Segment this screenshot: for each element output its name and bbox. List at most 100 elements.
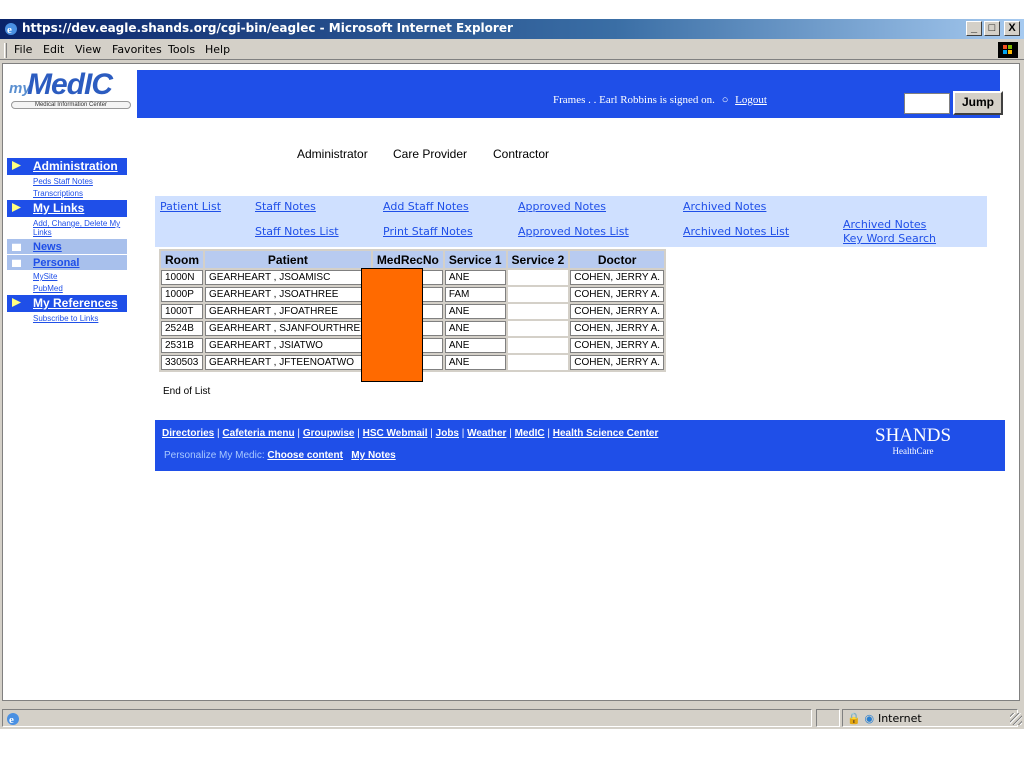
menu-tools[interactable]: Tools [168, 43, 195, 56]
browser-window: e https://dev.eagle.shands.org/cgi-bin/e… [0, 18, 1024, 729]
choose-content-link[interactable]: Choose content [267, 450, 343, 461]
archived-notes-link[interactable]: Archived Notes [683, 200, 766, 213]
patient-list-link[interactable]: Patient List [160, 200, 221, 213]
redaction-block [361, 268, 423, 382]
cell-room: 1000T [161, 304, 203, 319]
toolbar-grip[interactable] [4, 43, 7, 58]
shands-logo[interactable]: SHANDS HealthCare [875, 426, 951, 457]
cell-patient: GEARHEART , JFTEENOATWO [205, 355, 371, 370]
archived-keyword-link-line1[interactable]: Archived Notes [843, 218, 926, 231]
personalize-row: Personalize My Medic: Choose content My … [164, 450, 396, 461]
cell-service2 [507, 304, 569, 319]
arrow-icon [12, 203, 21, 212]
footer-link[interactable]: Directories [162, 428, 214, 439]
jump-input[interactable] [904, 93, 950, 114]
tab-contractor[interactable]: Contractor [489, 144, 593, 164]
nav-personal[interactable]: Personal [7, 255, 127, 270]
menu-favorites[interactable]: Favorites [112, 43, 162, 56]
tab-administrator[interactable]: Administrator [288, 144, 384, 164]
cell-room: 2524B [161, 321, 203, 336]
tab-care-provider-label: Care Provider [393, 147, 468, 161]
footer-link[interactable]: HSC Webmail [363, 428, 428, 439]
menu-file[interactable]: File [14, 43, 32, 56]
signed-in-status: Frames . . Earl Robbins is signed on. ○ … [553, 94, 767, 106]
staff-notes-link[interactable]: Staff Notes [255, 200, 316, 213]
col-service2: Service 2 [507, 251, 569, 268]
footer-link[interactable]: Weather [467, 428, 506, 439]
menu-help[interactable]: Help [205, 43, 230, 56]
resize-grip-icon[interactable] [1010, 713, 1022, 725]
nav-add-change-delete-links[interactable]: Add, Change, Delete My Links [7, 218, 127, 238]
cell-service2 [507, 338, 569, 353]
separator: | [427, 428, 436, 439]
add-staff-notes-link[interactable]: Add Staff Notes [383, 200, 469, 213]
archived-keyword-link-line2[interactable]: Key Word Search [843, 232, 936, 245]
maximize-button[interactable]: □ [984, 21, 1000, 36]
staff-notes-list-link[interactable]: Staff Notes List [255, 225, 339, 238]
menu-edit[interactable]: Edit [43, 43, 64, 56]
nav-transcriptions[interactable]: Transcriptions [7, 188, 127, 199]
logout-link[interactable]: Logout [735, 94, 767, 106]
tab-care-provider[interactable]: Care Provider [379, 144, 491, 164]
logo-subtitle: Medical Information Center [11, 101, 131, 109]
status-pane-blank [816, 709, 840, 727]
logout-icon: ○ [721, 94, 729, 106]
folder-icon [12, 259, 21, 267]
nav-my-links[interactable]: My Links [7, 200, 127, 217]
logo-medic: MedIC [27, 68, 113, 101]
shands-logo-subtext: HealthCare [892, 446, 934, 456]
cell-doctor: COHEN, JERRY A. [570, 338, 665, 353]
end-of-list: End of List [163, 386, 211, 397]
cell-doctor: COHEN, JERRY A. [570, 270, 665, 285]
footer-link[interactable]: MedIC [515, 428, 545, 439]
nav-pubmed[interactable]: PubMed [7, 283, 127, 294]
signed-in-text: Frames . . Earl Robbins is signed on. [553, 94, 715, 106]
tab-contractor-label: Contractor [493, 147, 550, 161]
close-button[interactable]: X [1004, 21, 1020, 36]
nav-my-references[interactable]: My References [7, 295, 127, 312]
separator: | [354, 428, 363, 439]
nav-subscribe-to-links[interactable]: Subscribe to Links [7, 313, 127, 324]
notes-links-panel: Patient List Staff Notes Add Staff Notes… [155, 196, 987, 247]
minimize-button[interactable]: _ [966, 21, 982, 36]
nav-administration[interactable]: Administration [7, 158, 127, 175]
print-staff-notes-link[interactable]: Print Staff Notes [383, 225, 473, 238]
nav-my-links-label: My Links [33, 201, 85, 215]
cell-service2 [507, 355, 569, 370]
archived-notes-list-link[interactable]: Archived Notes List [683, 225, 789, 238]
security-zone-pane: 🔒 ◉ Internet [842, 709, 1018, 727]
cell-room: 1000N [161, 270, 203, 285]
zone-label: Internet [877, 712, 922, 725]
nav-news[interactable]: News [7, 239, 127, 254]
cell-service1: ANE [444, 355, 506, 370]
cell-patient: GEARHEART , SJANFOURTHREE [205, 321, 371, 336]
windows-logo-icon [998, 42, 1018, 58]
cell-doctor: COHEN, JERRY A. [570, 304, 665, 319]
cell-patient: GEARHEART , JSOAMISC [205, 270, 371, 285]
folder-icon [12, 243, 21, 251]
personalize-text: Personalize My Medic: [164, 450, 265, 461]
col-service1: Service 1 [444, 251, 506, 268]
medic-logo[interactable]: my MedIC Medical Information Center [7, 68, 135, 112]
cell-room: 2531B [161, 338, 203, 353]
separator: | [506, 428, 515, 439]
footer-link[interactable]: Groupwise [303, 428, 355, 439]
cell-service1: FAM [444, 287, 506, 302]
cell-service2 [507, 321, 569, 336]
tab-administrator-label: Administrator [297, 147, 368, 161]
cell-service2 [507, 270, 569, 285]
window-title: https://dev.eagle.shands.org/cgi-bin/eag… [22, 21, 513, 35]
approved-notes-list-link[interactable]: Approved Notes List [518, 225, 629, 238]
footer-link[interactable]: Jobs [436, 428, 459, 439]
footer-link[interactable]: Health Science Center [553, 428, 659, 439]
nav-mysite[interactable]: MySite [7, 271, 127, 282]
col-doctor: Doctor [570, 251, 665, 268]
approved-notes-link[interactable]: Approved Notes [518, 200, 606, 213]
nav-peds-staff-notes[interactable]: Peds Staff Notes [7, 176, 127, 187]
menu-view[interactable]: View [75, 43, 101, 56]
nav-administration-label: Administration [33, 159, 118, 173]
jump-button[interactable]: Jump [953, 91, 1003, 115]
my-notes-link[interactable]: My Notes [351, 450, 395, 461]
footer-link[interactable]: Cafeteria menu [222, 428, 294, 439]
status-bar: e 🔒 ◉ Internet [0, 707, 1024, 729]
